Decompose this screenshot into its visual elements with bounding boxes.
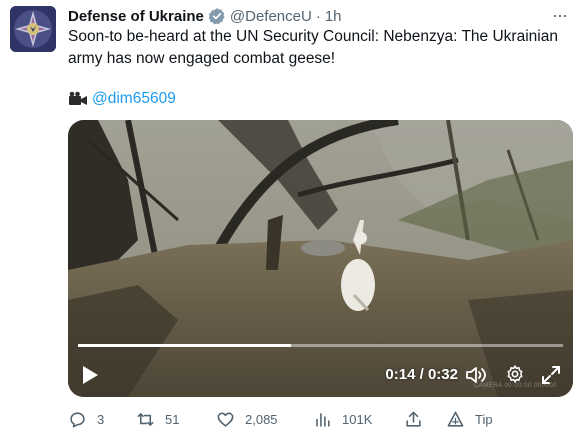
views-chart-icon <box>316 413 330 427</box>
current-time: 0:14 <box>385 366 416 383</box>
reply-icon <box>70 412 85 428</box>
more-options-icon[interactable]: ··· <box>552 6 568 24</box>
avatar[interactable] <box>10 6 56 52</box>
author-handle[interactable]: @DefenceU <box>230 8 312 25</box>
share-icon <box>406 411 421 427</box>
heart-icon <box>217 412 234 427</box>
like-button[interactable]: 2,085 <box>216 410 278 429</box>
defense-emblem-icon <box>10 6 56 52</box>
share-button[interactable] <box>404 410 433 429</box>
fullscreen-icon[interactable] <box>541 365 561 385</box>
reply-count: 3 <box>97 412 105 427</box>
duration: 0:32 <box>427 366 458 383</box>
retweet-icon <box>137 412 154 427</box>
views-button[interactable]: 101K <box>313 410 372 429</box>
tweet-actions: 3 51 2,085 101K Tip <box>68 410 573 432</box>
progress-fill <box>78 344 292 347</box>
play-icon[interactable] <box>80 364 100 386</box>
reply-button[interactable]: 3 <box>68 410 104 429</box>
tweet-header: Defense of Ukraine @DefenceU · 1h <box>68 6 342 26</box>
author-name[interactable]: Defense of Ukraine <box>68 8 204 25</box>
tip-button[interactable]: Tip <box>446 410 493 429</box>
like-count: 2,085 <box>245 412 278 427</box>
video-frame <box>68 120 573 397</box>
video-player[interactable]: 0:14 / 0:32 CAMERA 00:00:00 000000 <box>68 120 573 397</box>
credit-mention-link[interactable]: @dim65609 <box>92 90 176 108</box>
time-separator: / <box>415 366 428 383</box>
separator-dot: · <box>315 7 321 25</box>
tip-icon <box>447 411 464 427</box>
volume-icon[interactable] <box>465 365 487 385</box>
retweet-count: 51 <box>165 412 180 427</box>
progress-bar[interactable] <box>78 344 563 347</box>
settings-gear-icon[interactable] <box>505 364 525 384</box>
views-count: 101K <box>342 412 373 427</box>
timestamp[interactable]: 1h <box>325 8 342 25</box>
tip-label: Tip <box>475 412 493 427</box>
video-credit: @dim65609 <box>68 88 176 110</box>
tweet-text: Soon-to be-heard at the UN Security Coun… <box>68 28 558 67</box>
video-camera-icon <box>69 91 87 105</box>
video-timecode: 0:14 / 0:32 <box>385 366 458 383</box>
verified-badge-icon <box>208 8 225 25</box>
camera-watermark: CAMERA 00:00:00 000000 <box>473 383 557 389</box>
retweet-button[interactable]: 51 <box>136 410 179 429</box>
